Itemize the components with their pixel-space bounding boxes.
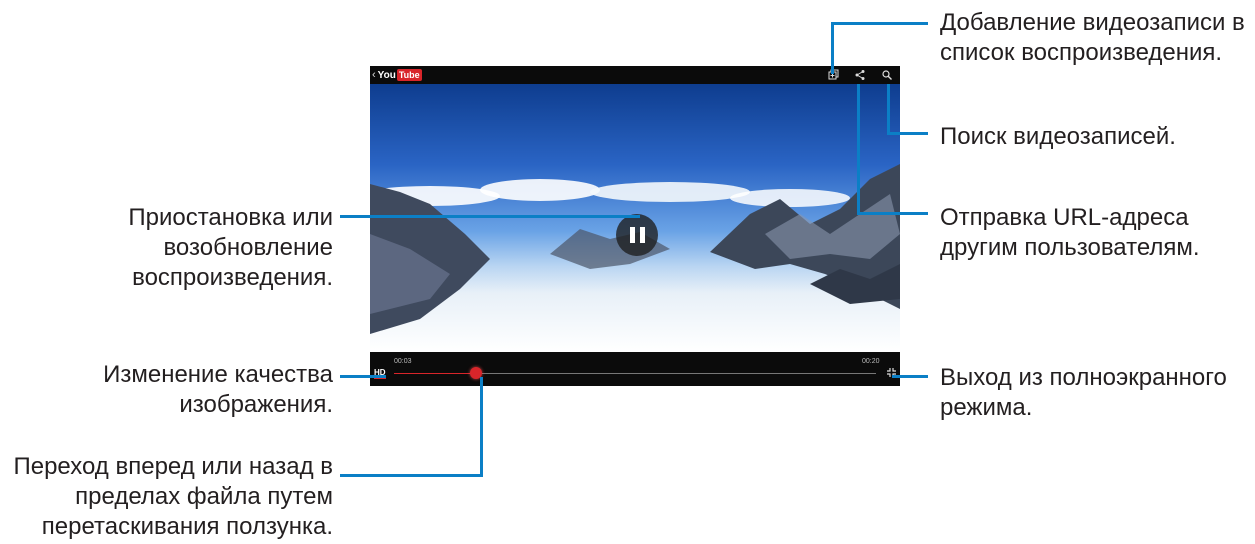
search-icon[interactable] — [881, 69, 893, 81]
youtube-logo[interactable]: ‹ You Tube — [372, 68, 422, 82]
callout-pause: Приостановка или возобновление воспроизв… — [128, 204, 333, 291]
time-elapsed: 00:03 — [394, 358, 412, 365]
share-icon[interactable] — [854, 69, 866, 81]
callout-search: Поиск видеозаписей. — [940, 123, 1176, 150]
leader-share-v — [857, 84, 860, 215]
pause-bar-right — [639, 227, 645, 243]
video-frame[interactable] — [370, 84, 900, 352]
playlist-add-icon[interactable] — [828, 69, 840, 81]
leader-seek-v — [480, 377, 483, 477]
leader-pause — [340, 215, 640, 218]
pause-bar-left — [629, 227, 635, 243]
time-total: 00:20 — [862, 358, 880, 365]
callout-seek: Переход вперед или назад в пределах файл… — [13, 453, 333, 540]
seek-progress — [394, 373, 476, 374]
callout-playlist: Добавление видеозаписи в список воспроиз… — [940, 9, 1245, 66]
leader-playlist-v — [831, 22, 834, 74]
callout-share: Отправка URL-адреса другим пользователям… — [940, 204, 1200, 261]
leader-search-h — [887, 132, 928, 135]
player-controls-bar: 00:03 00:20 HD — [370, 352, 900, 386]
back-chevron-icon: ‹ — [372, 69, 376, 81]
pause-button[interactable] — [616, 214, 658, 256]
leader-seek-h — [340, 474, 483, 477]
leader-exit-fullscreen — [892, 375, 928, 378]
callout-quality: Изменение качества изображения. — [103, 361, 333, 418]
leader-share-h — [857, 212, 928, 215]
video-player: ‹ You Tube 00:03 00:20 HD — [370, 66, 900, 386]
logo-tube-text: Tube — [396, 69, 422, 81]
logo-you-text: You — [377, 69, 396, 81]
leader-quality — [340, 375, 386, 378]
leader-search-v — [887, 84, 890, 135]
callout-exit-fullscreen: Выход из полноэкранного режима. — [940, 364, 1227, 421]
player-top-bar: ‹ You Tube — [370, 66, 900, 84]
leader-playlist-h — [831, 22, 928, 25]
